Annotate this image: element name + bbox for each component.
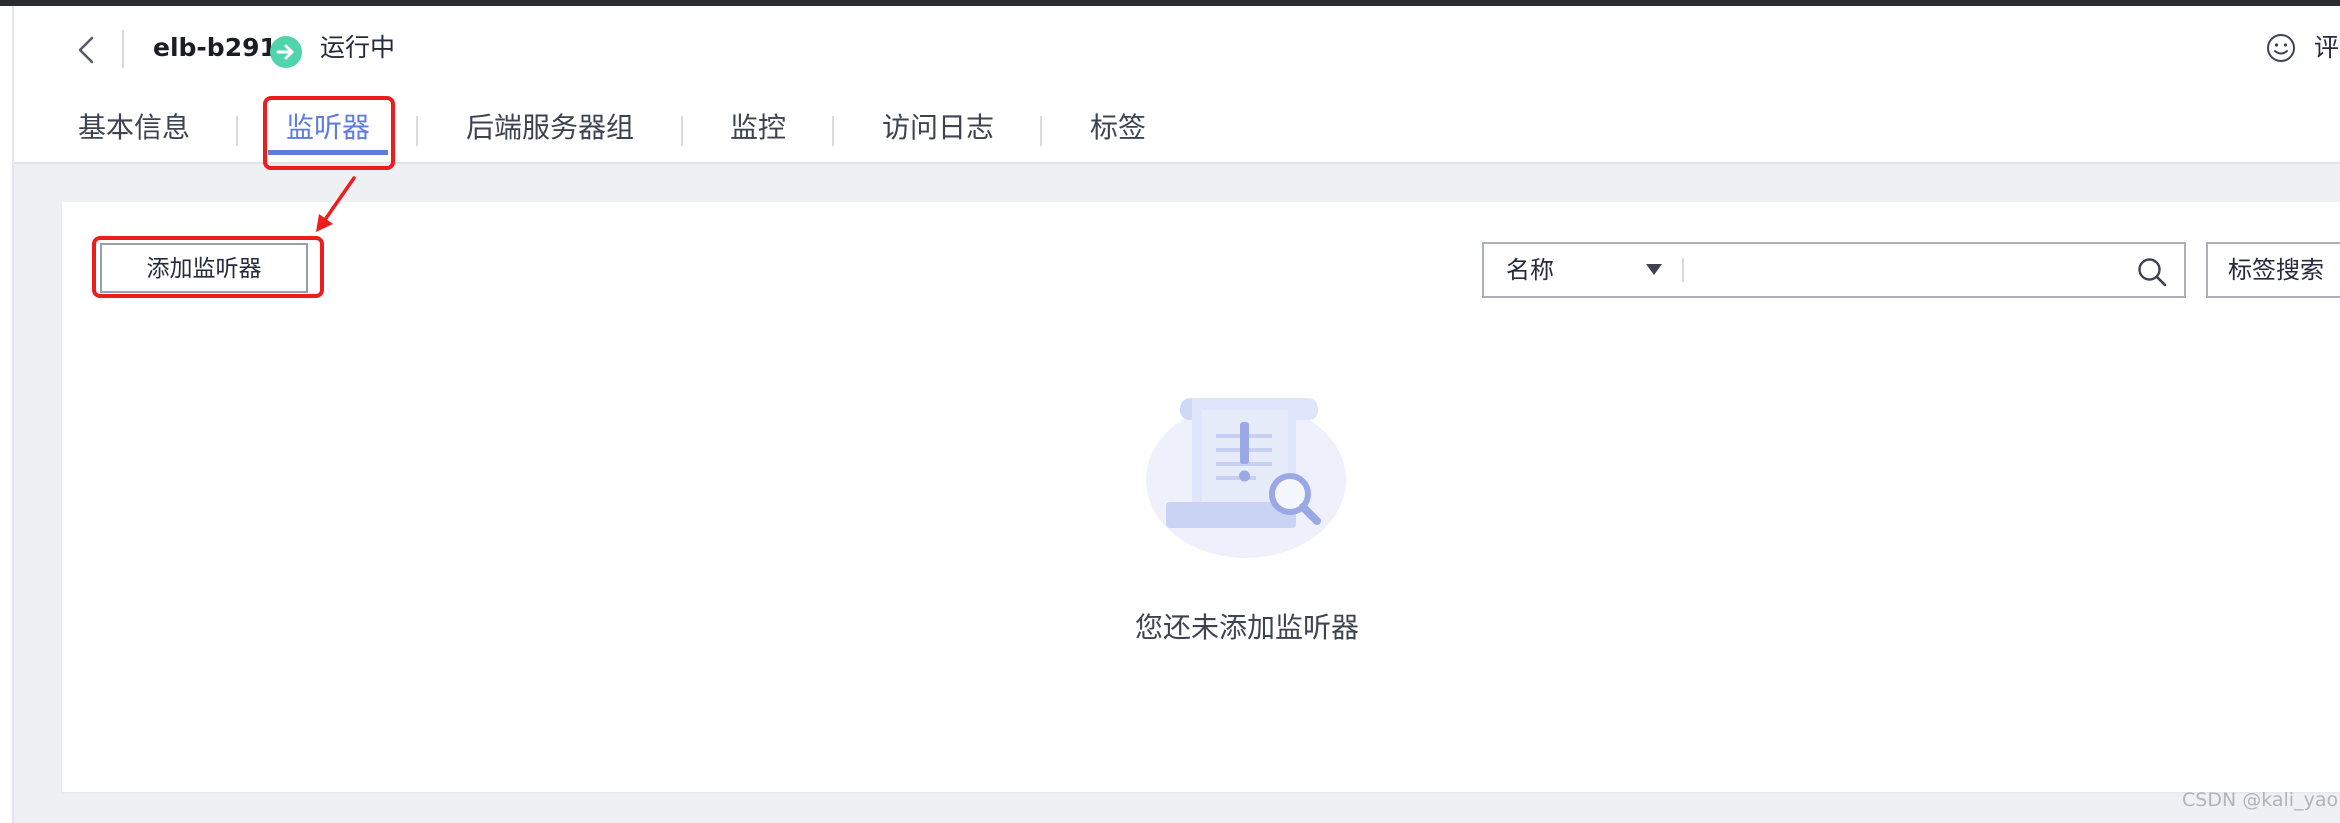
- annotation-highlight-button: [92, 236, 324, 298]
- load-balancer-name: elb-b291: [153, 33, 277, 62]
- tab-divider: [832, 116, 834, 146]
- caret-down-icon: [1646, 264, 1662, 275]
- search-bar: 名称: [1482, 242, 2186, 298]
- tab-divider: [416, 116, 418, 146]
- search-field-select[interactable]: 名称: [1484, 244, 1680, 296]
- search-icon[interactable]: [2136, 256, 2168, 288]
- tab-tags[interactable]: 标签: [1090, 100, 1146, 156]
- tab-backend-server-groups[interactable]: 后端服务器组: [466, 100, 634, 156]
- tab-divider: [681, 116, 683, 146]
- arrow-right-circle-icon: [270, 36, 302, 68]
- search-divider: [1682, 258, 1684, 282]
- empty-state-illustration: [1146, 398, 1346, 558]
- watermark: CSDN @kali_yao: [2182, 789, 2339, 811]
- feedback-label[interactable]: 评: [2314, 28, 2339, 68]
- annotation-highlight-tab: [263, 96, 395, 170]
- tab-divider: [236, 116, 238, 146]
- tag-search-button[interactable]: 标签搜索: [2206, 242, 2340, 298]
- tab-monitoring[interactable]: 监控: [730, 100, 786, 156]
- smile-icon[interactable]: [2266, 33, 2296, 63]
- tab-access-logs[interactable]: 访问日志: [882, 100, 994, 156]
- empty-state-message: 您还未添加监听器: [1134, 611, 1359, 644]
- annotation-arrow-icon: [316, 176, 356, 232]
- status-text: 运行中: [320, 33, 396, 62]
- chevron-left-icon: [78, 36, 94, 64]
- tab-bar: 基本信息 监听器 后端服务器组 监控 访问日志 标签: [0, 100, 1400, 156]
- title-divider: [122, 30, 124, 68]
- tab-divider: [1040, 116, 1042, 146]
- search-field-label: 名称: [1506, 256, 1554, 284]
- search-input[interactable]: [1694, 250, 2108, 292]
- tab-basic-info[interactable]: 基本信息: [78, 100, 190, 156]
- back-button[interactable]: [72, 30, 100, 70]
